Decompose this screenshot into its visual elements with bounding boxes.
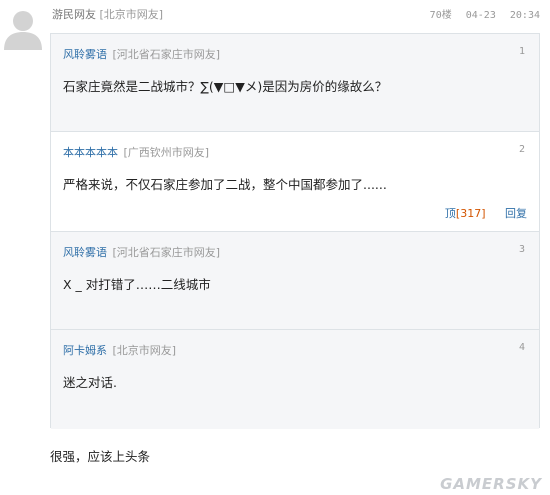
- quote-floor-number: 1: [518, 46, 525, 57]
- quote-floor-number: 3: [518, 244, 525, 255]
- quote-content: 迷之对话.: [63, 375, 117, 390]
- quote-content: X _ 对打错了……二线城市: [63, 277, 211, 292]
- quote-floor-4: 阿卡姆系 [北京市网友] 4 迷之对话.: [51, 330, 539, 429]
- quote-author: 风聆雾语 [河北省石家庄市网友]: [63, 46, 220, 62]
- floor-number: 70楼: [429, 10, 452, 21]
- user-avatar-icon: [0, 4, 46, 50]
- quote-author: 阿卡姆系 [北京市网友]: [63, 342, 176, 358]
- quote-author-name[interactable]: 本本本本本: [63, 146, 118, 159]
- quote-author-location: [北京市网友]: [112, 344, 177, 357]
- upvote-button[interactable]: 顶[317]: [445, 207, 489, 220]
- upvote-label: 顶: [444, 207, 456, 220]
- watermark-logo: GAMERSKY: [440, 475, 542, 493]
- avatar[interactable]: [0, 4, 46, 50]
- quote-author-name[interactable]: 风聆雾语: [63, 246, 107, 259]
- quote-floor-number: 4: [518, 342, 525, 353]
- quote-content: 石家庄竟然是二战城市？∑(▼□▼メ)是因为房价的缘故么？: [63, 79, 388, 94]
- quote-author: 本本本本本 [广西钦州市网友]: [63, 144, 209, 160]
- comment-body: 很强，应该上头条: [50, 449, 151, 464]
- quote-floor-1: 风聆雾语 [河北省石家庄市网友] 1 石家庄竟然是二战城市？∑(▼□▼メ)是因为…: [51, 34, 539, 132]
- quote-author-location: [河北省石家庄市网友]: [112, 246, 221, 259]
- quote-author-location: [河北省石家庄市网友]: [112, 48, 221, 61]
- comment-date: 04-23: [465, 10, 496, 21]
- quote-author-location: [广西钦州市网友]: [123, 146, 210, 159]
- quote-content: 严格来说，不仅石家庄参加了二战，整个中国都参加了......: [63, 177, 387, 192]
- quote-floor-3: 风聆雾语 [河北省石家庄市网友] 3 X _ 对打错了……二线城市: [51, 232, 539, 330]
- comment-author: 游民网友 [北京市网友]: [52, 6, 163, 22]
- quote-floor-number: 2: [518, 144, 525, 155]
- comment-time: 20:34: [509, 10, 540, 21]
- quote-author-name[interactable]: 阿卡姆系: [63, 344, 107, 357]
- upvote-count: [317]: [455, 207, 486, 220]
- author-location: [北京市网友]: [99, 8, 164, 21]
- quote-actions: 顶[317] 回复: [445, 205, 527, 221]
- comment-meta: 70楼 04-23 20:34: [422, 6, 540, 21]
- quote-author: 风聆雾语 [河北省石家庄市网友]: [63, 244, 220, 260]
- quote-author-name[interactable]: 风聆雾语: [63, 48, 107, 61]
- author-name[interactable]: 游民网友: [52, 8, 96, 21]
- quote-floor-2: 本本本本本 [广西钦州市网友] 2 严格来说，不仅石家庄参加了二战，整个中国都参…: [51, 132, 539, 232]
- quoted-thread: 风聆雾语 [河北省石家庄市网友] 1 石家庄竟然是二战城市？∑(▼□▼メ)是因为…: [50, 33, 540, 429]
- reply-button[interactable]: 回复: [505, 207, 527, 220]
